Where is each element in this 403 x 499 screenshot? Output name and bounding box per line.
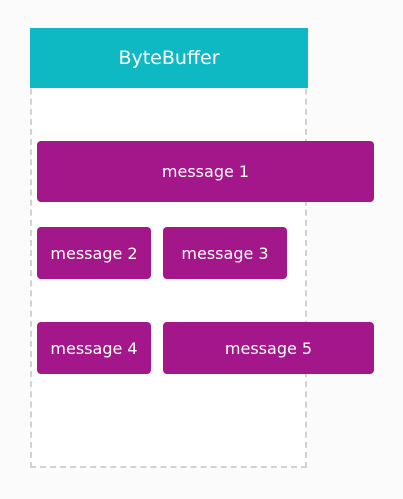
message-block-3: message 3	[163, 227, 287, 279]
message-block-2: message 2	[37, 227, 151, 279]
message-block-4: message 4	[37, 322, 151, 374]
message-block-5: message 5	[163, 322, 374, 374]
message-block-1: message 1	[37, 141, 374, 202]
bytebuffer-header: ByteBuffer	[30, 28, 308, 88]
